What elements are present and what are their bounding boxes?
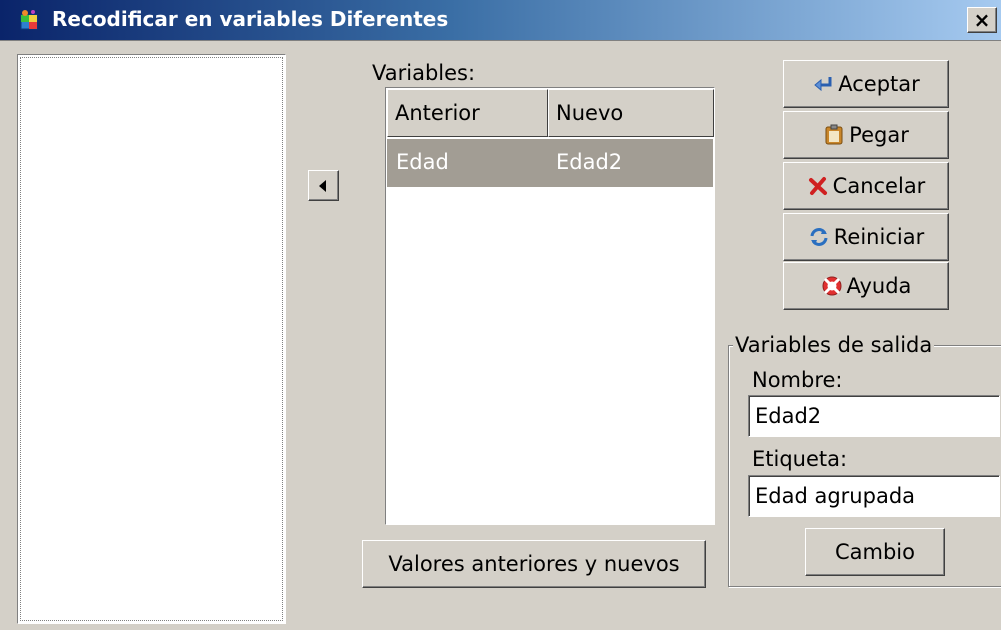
etiqueta-field[interactable]	[748, 475, 1000, 517]
output-group-label: Variables de salida	[733, 332, 935, 358]
valores-button-label: Valores anteriores y nuevos	[388, 552, 680, 576]
cambio-label: Cambio	[834, 540, 915, 564]
refresh-icon	[810, 228, 828, 246]
cancelar-label: Cancelar	[832, 174, 926, 198]
table-row[interactable]: Edad Edad2	[387, 139, 713, 187]
cell-anterior: Edad	[396, 150, 449, 174]
source-list-focus-rect	[20, 57, 283, 621]
variables-table[interactable]: Anterior Nuevo Edad Edad2	[385, 87, 715, 525]
title-bar[interactable]: Recodificar en variables Diferentes ×	[0, 0, 1001, 41]
ayuda-button[interactable]: Ayuda	[783, 262, 949, 310]
clipboard-icon	[825, 124, 843, 145]
close-button[interactable]: ×	[967, 7, 997, 33]
move-variable-button[interactable]	[308, 170, 339, 201]
recode-app-icon	[20, 10, 38, 30]
cambio-button[interactable]: Cambio	[805, 528, 945, 576]
nombre-label: Nombre:	[752, 368, 843, 392]
ayuda-label: Ayuda	[846, 274, 912, 298]
recode-dialog: Recodificar en variables Diferentes × Va…	[0, 0, 1001, 630]
reiniciar-button[interactable]: Reiniciar	[783, 213, 949, 261]
column-header-nuevo[interactable]: Nuevo	[548, 89, 714, 137]
pegar-label: Pegar	[849, 123, 909, 147]
valores-anteriores-nuevos-button[interactable]: Valores anteriores y nuevos	[362, 540, 706, 588]
window-title: Recodificar en variables Diferentes	[52, 7, 449, 31]
nombre-field[interactable]	[748, 395, 1000, 437]
enter-arrow-icon	[814, 77, 832, 92]
cell-nuevo: Edad2	[556, 150, 623, 174]
column-header-anterior[interactable]: Anterior	[387, 89, 548, 137]
reiniciar-label: Reiniciar	[833, 225, 925, 249]
cancelar-button[interactable]: Cancelar	[783, 162, 949, 210]
red-x-icon	[808, 177, 827, 195]
aceptar-button[interactable]: Aceptar	[783, 60, 949, 108]
pegar-button[interactable]: Pegar	[783, 111, 949, 159]
source-variable-list[interactable]	[17, 54, 286, 624]
lifebuoy-icon	[822, 276, 842, 296]
aceptar-label: Aceptar	[838, 72, 920, 96]
left-arrow-icon	[319, 180, 326, 192]
variables-label: Variables:	[372, 61, 476, 85]
etiqueta-label: Etiqueta:	[752, 447, 848, 471]
